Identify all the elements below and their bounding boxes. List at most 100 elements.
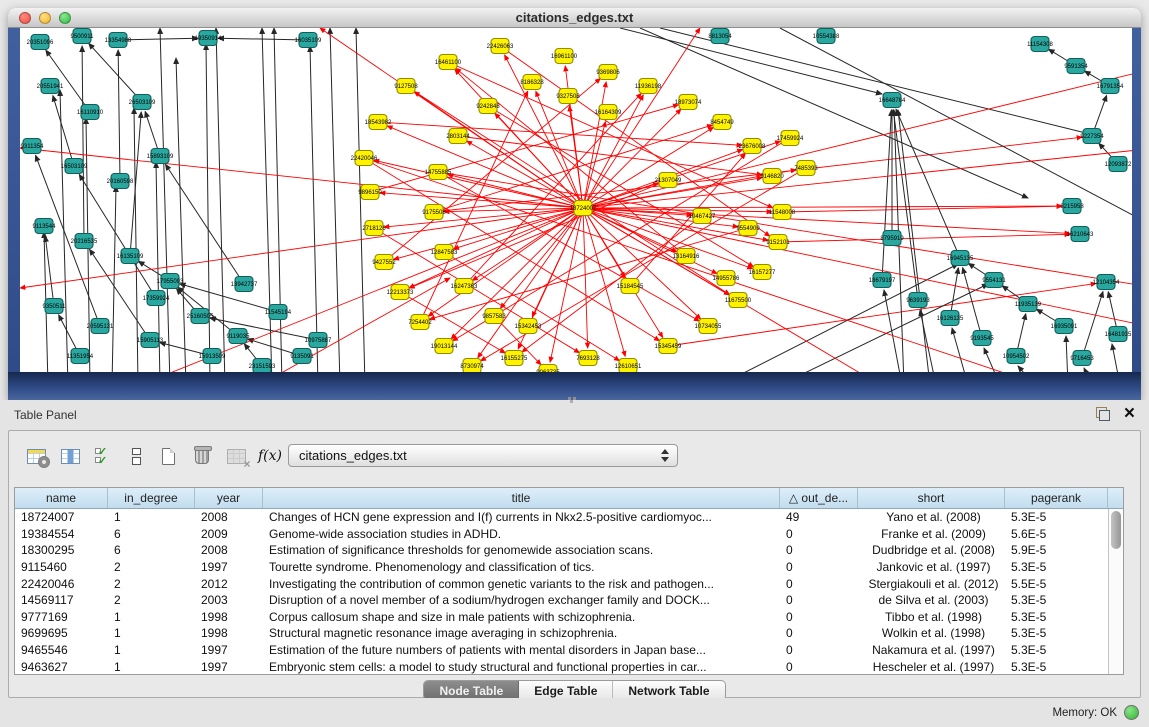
network-node[interactable]: 9896150 (358, 185, 382, 200)
close-window-button[interactable] (19, 12, 31, 24)
network-node[interactable]: 9554909 (736, 221, 760, 236)
network-node[interactable]: 8215958 (1060, 199, 1084, 214)
network-node[interactable]: 16247363 (451, 279, 478, 294)
network-node[interactable]: 9127508 (394, 79, 418, 94)
network-node[interactable]: 15345459 (655, 339, 682, 354)
column-header-name[interactable]: name (15, 488, 108, 508)
network-node[interactable]: 8795919 (880, 231, 904, 246)
close-panel-icon[interactable]: × (1124, 407, 1135, 421)
network-node[interactable]: 20351096 (27, 35, 54, 50)
column-header-title[interactable]: title (263, 488, 780, 508)
network-node[interactable]: 15184545 (617, 279, 644, 294)
zoom-window-button[interactable] (59, 12, 71, 24)
network-node[interactable]: 8186328 (520, 75, 544, 90)
delete-column-button[interactable] (187, 442, 217, 470)
column-header-pagerank[interactable]: pagerank (1005, 488, 1108, 508)
network-node[interactable]: 9193545 (970, 331, 994, 346)
network-node[interactable]: 20595131 (87, 319, 114, 334)
table-row[interactable]: 977716911998Corpus callosum shape and si… (15, 609, 1108, 626)
network-node[interactable]: 26503109 (129, 95, 156, 110)
float-panel-icon[interactable] (1096, 407, 1110, 421)
network-node[interactable]: 16164309 (595, 105, 622, 120)
vertical-scrollbar[interactable] (1108, 509, 1123, 674)
network-node[interactable]: 19350914 (195, 31, 222, 46)
network-node[interactable]: 16135109 (117, 249, 144, 264)
network-node[interactable]: 10554388 (813, 29, 840, 44)
network-node[interactable]: 12847583 (431, 245, 458, 260)
network-node[interactable]: 9113544 (33, 219, 57, 234)
network-node[interactable]: 16461100 (435, 55, 462, 70)
network-node[interactable]: 9350511 (43, 299, 67, 314)
network-node[interactable]: 16503109 (61, 159, 88, 174)
table-row[interactable]: 2242004622012Investigating the contribut… (15, 575, 1108, 592)
table-row[interactable]: 911546021997Tourette syndrome. Phenomeno… (15, 559, 1108, 576)
network-node[interactable]: 13164916 (673, 249, 700, 264)
table-options-button[interactable] (21, 442, 51, 470)
network-node[interactable]: 16481935 (1105, 327, 1132, 342)
network-node[interactable]: 9311354 (21, 139, 45, 154)
network-node[interactable]: 9716453 (1070, 351, 1094, 366)
delete-table-button[interactable] (221, 442, 251, 470)
network-node[interactable]: 15893109 (147, 149, 174, 164)
network-node[interactable]: 9146820 (760, 169, 784, 184)
network-node[interactable]: 25160505 (187, 309, 214, 324)
network-node[interactable]: 16210643 (1067, 227, 1094, 242)
network-node[interactable]: 16945135 (947, 251, 974, 266)
network-node[interactable]: 11154308 (1027, 37, 1053, 52)
table-row[interactable]: 946362711997Embryonic stem cells: a mode… (15, 658, 1108, 674)
memory-status-indicator[interactable] (1124, 705, 1139, 720)
network-node[interactable]: 11545194 (265, 305, 292, 320)
select-columns-button[interactable]: ✓ ✓ (89, 442, 119, 470)
network-node[interactable]: 19013144 (431, 339, 458, 354)
function-builder-button[interactable]: f(x) (255, 442, 285, 470)
network-node[interactable]: 18543982 (365, 115, 392, 130)
network-node[interactable]: 9639193 (906, 293, 930, 308)
network-node[interactable]: 12104354 (1093, 275, 1120, 290)
network-node[interactable]: 13942737 (231, 277, 258, 292)
panel-divider-grip[interactable] (566, 396, 578, 403)
table-row[interactable]: 1456911722003Disruption of a novel membe… (15, 592, 1108, 609)
network-canvas[interactable]: 1872400722426063164611009127508185439822… (20, 28, 1132, 372)
network-node[interactable]: 23151593 (249, 359, 276, 373)
network-node[interactable]: 20216535 (71, 234, 98, 249)
network-node[interactable]: 9227354 (1080, 129, 1104, 144)
network-node[interactable]: 23676008 (739, 139, 766, 154)
column-header-in_degree[interactable]: in_degree (108, 488, 195, 508)
network-node[interactable]: 16157277 (749, 265, 776, 280)
column-header-short[interactable]: short (858, 488, 1005, 508)
network-node[interactable]: 8730974 (460, 359, 484, 373)
network-node[interactable]: 9135091 (290, 349, 314, 364)
network-node[interactable]: 7693128 (576, 351, 600, 366)
network-node[interactable]: 7254402 (408, 315, 432, 330)
network-node[interactable]: 9554131 (982, 273, 1006, 288)
table-row[interactable]: 1872400712008Changes of HCN gene express… (15, 509, 1108, 526)
network-node[interactable]: 9369806 (596, 65, 620, 80)
network-node[interactable]: 17955093 (157, 274, 184, 289)
network-node[interactable]: 2718126 (362, 221, 386, 236)
network-node[interactable]: 11935139 (1015, 297, 1042, 312)
minimize-window-button[interactable] (39, 12, 51, 24)
network-node[interactable]: 16110910 (77, 105, 104, 120)
network-node[interactable]: 9242848 (476, 99, 500, 114)
network-node[interactable]: 12610651 (615, 359, 642, 373)
network-node[interactable]: 16935091 (1051, 319, 1078, 334)
network-node[interactable]: 9119035 (227, 329, 251, 344)
network-node[interactable]: 16126135 (937, 311, 964, 326)
row-options-button[interactable] (121, 442, 151, 470)
column-header-year[interactable]: year (195, 488, 263, 508)
table-row[interactable]: 946554611997Estimation of the future num… (15, 642, 1108, 659)
toggle-column-display-button[interactable] (55, 442, 85, 470)
network-node[interactable]: 9063735 (536, 365, 560, 373)
network-node[interactable]: 16035109 (295, 33, 322, 48)
network-node[interactable]: 9175508 (422, 205, 446, 220)
network-node[interactable]: 17359924 (143, 291, 170, 306)
network-node[interactable]: 22426063 (487, 39, 514, 54)
network-node[interactable]: 9857583 (482, 309, 506, 324)
network-node[interactable]: 9427552 (372, 255, 396, 270)
create-column-button[interactable] (153, 442, 183, 470)
network-view[interactable]: 1872400722426063164611009127508185439822… (20, 28, 1132, 372)
scrollbar-thumb[interactable] (1111, 511, 1121, 549)
table-row[interactable]: 1938455462009Genome-wide association stu… (15, 526, 1108, 543)
network-node[interactable]: 16791354 (1097, 79, 1124, 94)
network-node[interactable]: 10954502 (1003, 349, 1030, 364)
